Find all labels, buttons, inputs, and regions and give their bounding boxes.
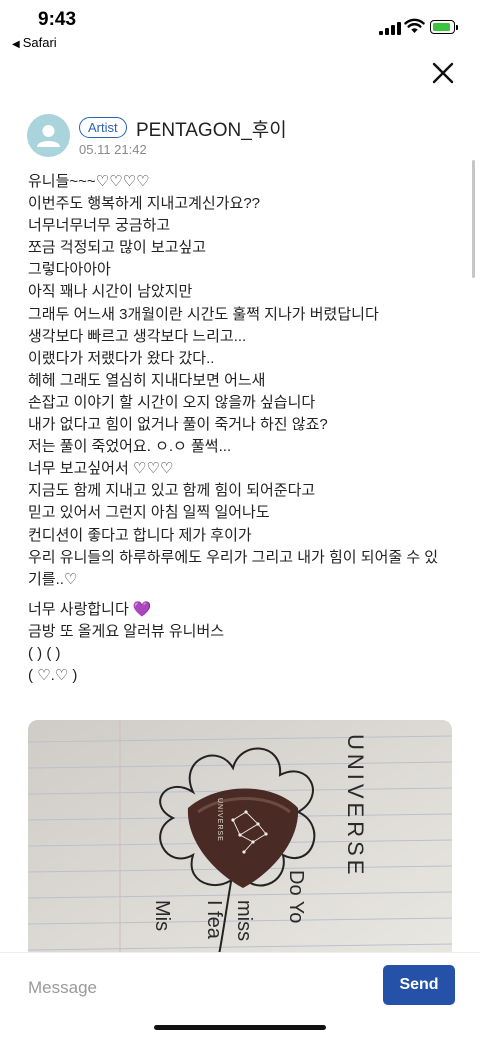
message-composer: Send [0, 952, 480, 1040]
status-bar: 9:43 ◀ Safari [0, 0, 480, 56]
post-text-line: 헤헤 그래도 열심히 지내다보면 어느새 [28, 371, 266, 389]
post-text-block-end: 너무 사랑합니다 💜 금방 또 올게요 알러뷰 유니버스 ( ) ( ) ( ♡.♡… [28, 599, 458, 687]
send-button[interactable]: Send [383, 965, 455, 1005]
close-icon [432, 62, 454, 84]
post-text-line: 컨디션이 좋다고 합니다 제가 후이가 [28, 526, 252, 544]
status-time: 9:43 [38, 9, 77, 30]
post-text-line: 그렇다아아아 [28, 261, 111, 279]
message-input[interactable] [26, 973, 360, 1003]
post-text-line: 금방 또 올게요 알러뷰 유니버스 [28, 622, 225, 640]
handwriting-line-4: Mis [151, 900, 173, 931]
post-text-line: ( ♡.♡ ) [28, 667, 78, 685]
post-text-line: 지금도 함께 지내고 있고 함께 힘이 되어준다고 [28, 482, 316, 500]
universe-handwriting: UNIVERSE [343, 734, 368, 878]
post-text-line: 저는 풀이 죽었어요. ㅇ.ㅇ 풀썩... [28, 438, 232, 456]
post-photo[interactable]: UNIVERSE UNIVERSE Do Yo miss I fea Mis [28, 720, 452, 960]
pick-text: UNIVERSE [216, 798, 223, 842]
home-indicator[interactable] [154, 1025, 326, 1030]
post-body: 유니들~~~♡♡♡♡ 이번주도 행복하게 지내고계신가요?? 너무너무너무 궁금하고… [28, 171, 458, 687]
handwriting-line-2: miss [233, 900, 255, 941]
post-text-line: 그래두 어느새 3개월이란 시간도 훌쩍 지나가 버렸답니다 [28, 305, 379, 323]
post-text-line: 생각보다 빠르고 생각보다 느리고... [28, 327, 247, 345]
artist-badge: Artist [79, 117, 127, 138]
close-button[interactable] [428, 58, 458, 88]
back-arrow-icon: ◀ [12, 39, 20, 50]
post-author: Artist PENTAGON_후이 05.11 21:42 [27, 114, 447, 160]
post-text-line: ( ) ( ) [28, 644, 61, 662]
post-text-line: 유니들~~~♡♡♡♡ [28, 173, 150, 190]
post-text-line: 우리 유니들의 하루하루에도 우리가 그리고 내가 힘이 되어줄 수 있 [28, 548, 439, 566]
post-text-line: 믿고 있어서 그런지 아침 일찍 일어나도 [28, 504, 270, 522]
post-text-line: 손잡고 이야기 할 시간이 오지 않을까 싶습니다 [28, 393, 316, 411]
author-name[interactable]: PENTAGON_후이 [136, 115, 287, 142]
handwriting-line-3: I fea [203, 900, 225, 940]
post-text-line: 쪼금 걱정되고 많이 보고싶고 [28, 239, 207, 257]
post-text-block: 유니들~~~♡♡♡♡ 이번주도 행복하게 지내고계신가요?? 너무너무너무 궁금하고… [28, 171, 458, 591]
avatar[interactable] [27, 114, 70, 157]
back-to-safari-link[interactable]: ◀ Safari [12, 35, 57, 50]
scrollbar[interactable] [472, 160, 475, 278]
post-date: 05.11 21:42 [79, 142, 147, 157]
photo-illustration: UNIVERSE UNIVERSE Do Yo miss I fea Mis [28, 720, 452, 960]
person-icon [37, 125, 60, 147]
post-text-line: 너무너무너무 궁금하고 [28, 217, 171, 235]
post-text-line: 아직 꽤나 시간이 남았지만 [28, 283, 193, 301]
post-text-line: 이번주도 행복하게 지내고계신가요?? [28, 195, 261, 213]
post-text-line: 너무 사랑합니다 💜 [28, 600, 152, 618]
handwriting-line-1: Do Yo [285, 870, 307, 923]
back-label: Safari [22, 35, 57, 50]
cellular-signal-icon [379, 22, 401, 35]
post-text-line: 너무 보고싶어서 ♡♡♡ [28, 460, 174, 478]
post-text-line: 기를..♡ [28, 570, 78, 588]
wifi-icon [404, 18, 425, 33]
battery-charging-icon [430, 20, 458, 34]
post-text-line: 내가 없다고 힘이 없거나 풀이 죽거나 하진 않죠? [28, 416, 328, 434]
post-text-line: 이랬다가 저랬다가 왔다 갔다.. [28, 349, 215, 367]
